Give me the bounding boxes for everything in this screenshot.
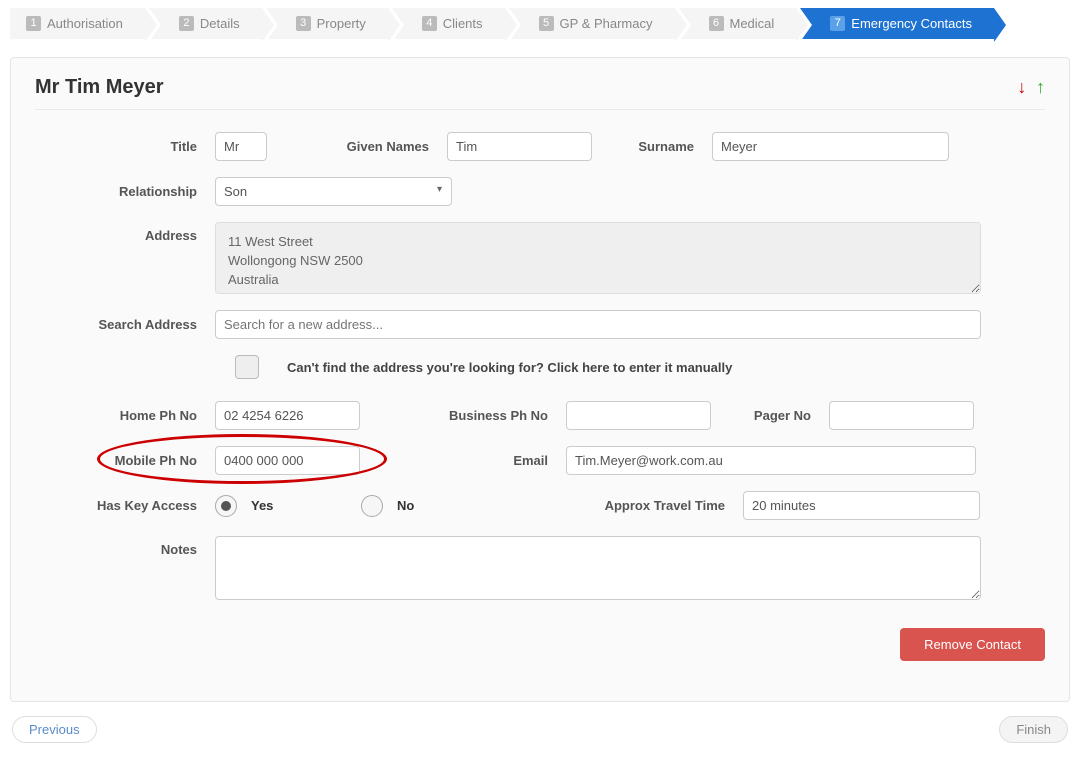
travel-time-input[interactable] xyxy=(743,491,980,520)
search-address-label: Search Address xyxy=(35,317,215,332)
title-label: Title xyxy=(35,139,215,154)
mobile-ph-input[interactable] xyxy=(215,446,360,475)
step-details[interactable]: 2Details xyxy=(149,8,262,39)
has-key-yes-label: Yes xyxy=(251,498,361,513)
title-input[interactable] xyxy=(215,132,267,161)
email-input[interactable] xyxy=(566,446,976,475)
address-box[interactable]: 11 West Street Wollongong NSW 2500 Austr… xyxy=(215,222,981,294)
notes-input[interactable] xyxy=(215,536,981,600)
reorder-arrows: ↓ ↑ xyxy=(1011,77,1045,98)
business-ph-label: Business Ph No xyxy=(360,408,566,423)
manual-address-text: Can't find the address you're looking fo… xyxy=(287,360,732,375)
email-label: Email xyxy=(360,453,566,468)
relationship-label: Relationship xyxy=(35,184,215,199)
step-gp-pharmacy[interactable]: 5GP & Pharmacy xyxy=(509,8,675,39)
panel-header: Mr Tim Meyer ↓ ↑ xyxy=(35,76,1045,110)
previous-button[interactable]: Previous xyxy=(12,716,97,743)
step-authorisation[interactable]: 1Authorisation xyxy=(10,8,145,39)
manual-address-toggle[interactable] xyxy=(235,355,259,379)
pager-label: Pager No xyxy=(711,408,829,423)
move-down-icon[interactable]: ↓ xyxy=(1017,77,1026,97)
has-key-no-radio[interactable] xyxy=(361,495,383,517)
mobile-ph-label: Mobile Ph No xyxy=(35,453,215,468)
step-clients[interactable]: 4Clients xyxy=(392,8,505,39)
has-key-yes-radio[interactable] xyxy=(215,495,237,517)
surname-label: Surname xyxy=(592,139,712,154)
step-property[interactable]: 3Property xyxy=(266,8,388,39)
remove-contact-button[interactable]: Remove Contact xyxy=(900,628,1045,661)
pager-input[interactable] xyxy=(829,401,974,430)
wizard-footer: Previous Finish xyxy=(0,712,1080,757)
search-address-input[interactable] xyxy=(215,310,981,339)
wizard-steps: 1Authorisation 2Details 3Property 4Clien… xyxy=(0,0,1080,39)
business-ph-input[interactable] xyxy=(566,401,711,430)
panel-title: Mr Tim Meyer xyxy=(35,76,164,99)
radio-dot-icon xyxy=(221,501,231,511)
finish-button[interactable]: Finish xyxy=(999,716,1068,743)
home-ph-label: Home Ph No xyxy=(35,408,215,423)
given-names-input[interactable] xyxy=(447,132,592,161)
travel-time-label: Approx Travel Time xyxy=(565,498,743,513)
has-key-no-label: No xyxy=(397,498,414,513)
move-up-icon[interactable]: ↑ xyxy=(1036,77,1045,97)
contact-panel: Mr Tim Meyer ↓ ↑ Title Given Names Surna… xyxy=(10,57,1070,702)
home-ph-input[interactable] xyxy=(215,401,360,430)
relationship-select[interactable]: Son xyxy=(215,177,452,206)
step-medical[interactable]: 6Medical xyxy=(679,8,797,39)
surname-input[interactable] xyxy=(712,132,949,161)
step-emergency-contacts[interactable]: 7Emergency Contacts xyxy=(800,8,994,39)
given-names-label: Given Names xyxy=(267,139,447,154)
notes-label: Notes xyxy=(35,536,215,557)
has-key-label: Has Key Access xyxy=(35,498,215,513)
address-label: Address xyxy=(35,222,215,243)
